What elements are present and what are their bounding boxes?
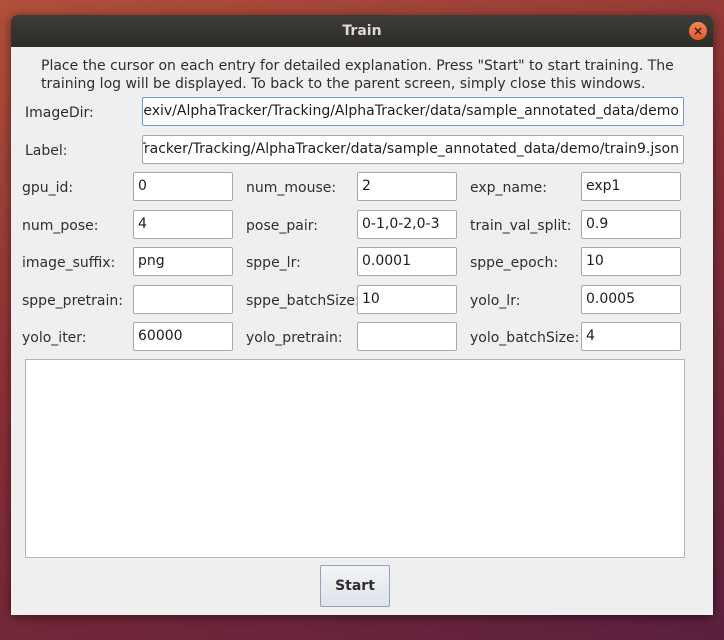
num-mouse-label: num_mouse: — [246, 180, 337, 196]
num-mouse-input[interactable]: 2 — [357, 172, 457, 201]
gpu-id-input[interactable]: 0 — [133, 172, 233, 201]
sppe-batchsize-label: sppe_batchSize: — [246, 293, 360, 309]
pose-pair-input[interactable]: 0-1,0-2,0-3 — [357, 210, 457, 239]
yolo-iter-label: yolo_iter: — [22, 330, 87, 346]
yolo-batchsize-input[interactable]: 4 — [581, 322, 681, 351]
training-log[interactable] — [25, 359, 685, 558]
exp-name-input[interactable]: exp1 — [581, 172, 681, 201]
close-icon[interactable]: × — [689, 22, 707, 40]
num-pose-input[interactable]: 4 — [133, 210, 233, 239]
image-suffix-input[interactable]: png — [133, 247, 233, 276]
instructions-text: Place the cursor on each entry for detai… — [41, 58, 674, 92]
label-path-label: Label: — [25, 143, 68, 159]
train-window: Train × Place the cursor on each entry f… — [11, 15, 713, 615]
sppe-pretrain-input[interactable] — [133, 285, 233, 314]
sppe-batchsize-input[interactable]: 10 — [357, 285, 457, 314]
window-title: Train — [342, 23, 382, 39]
gpu-id-label: gpu_id: — [22, 180, 74, 196]
title-bar[interactable]: Train × — [11, 15, 713, 47]
label-path-input[interactable]: Tracker/Tracking/AlphaTracker/data/sampl… — [142, 135, 684, 164]
image-dir-input[interactable]: flexiv/AlphaTracker/Tracking/AlphaTracke… — [142, 97, 684, 126]
train-val-split-input[interactable]: 0.9 — [581, 210, 681, 239]
sppe-pretrain-label: sppe_pretrain: — [22, 293, 123, 309]
yolo-lr-label: yolo_lr: — [470, 293, 521, 309]
yolo-iter-input[interactable]: 60000 — [133, 322, 233, 351]
label-path-value: Tracker/Tracking/AlphaTracker/data/sampl… — [142, 141, 679, 157]
yolo-batchsize-label: yolo_batchSize: — [470, 330, 580, 346]
start-button[interactable]: Start — [320, 565, 390, 607]
yolo-pretrain-label: yolo_pretrain: — [246, 330, 343, 346]
sppe-epoch-label: sppe_epoch: — [470, 255, 559, 271]
image-dir-value: flexiv/AlphaTracker/Tracking/AlphaTracke… — [142, 103, 679, 119]
image-suffix-label: image_suffix: — [22, 255, 116, 271]
pose-pair-label: pose_pair: — [246, 218, 318, 234]
sppe-epoch-input[interactable]: 10 — [581, 247, 681, 276]
yolo-pretrain-input[interactable] — [357, 322, 457, 351]
sppe-lr-label: sppe_lr: — [246, 255, 301, 271]
num-pose-label: num_pose: — [22, 218, 99, 234]
yolo-lr-input[interactable]: 0.0005 — [581, 285, 681, 314]
sppe-lr-input[interactable]: 0.0001 — [357, 247, 457, 276]
image-dir-label: ImageDir: — [25, 105, 94, 121]
exp-name-label: exp_name: — [470, 180, 547, 196]
train-val-split-label: train_val_split: — [470, 218, 572, 234]
